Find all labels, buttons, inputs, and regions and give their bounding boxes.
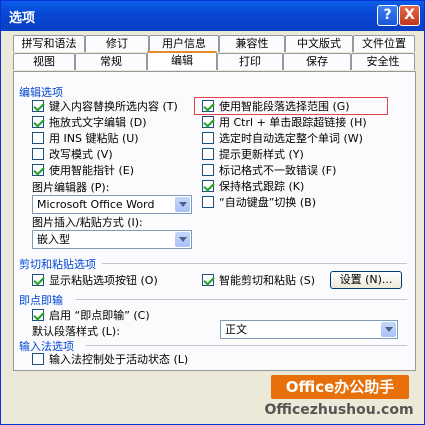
picture-editor-value: Microsoft Office Word <box>37 198 155 211</box>
tab-user-info[interactable]: 用户信息 <box>149 35 219 52</box>
option-show-paste-buttons[interactable]: 显示粘贴选项按钮 (O) <box>32 273 158 287</box>
option-ins-key-paste[interactable]: 用 INS 键粘贴 (U) <box>32 131 139 145</box>
option-ctrl-click-hyperlink[interactable]: 用 Ctrl + 单击跟踪超链接 (H) <box>202 115 367 129</box>
checkbox[interactable] <box>32 100 44 112</box>
chevron-down-icon[interactable] <box>381 322 396 337</box>
insert-paste-select[interactable]: 嵌入型 <box>32 230 192 249</box>
watermark-site: Officezhushou.com <box>264 402 414 418</box>
watermark-logo: Office办公助手 Officezhushou.com <box>255 375 423 423</box>
tab-edit[interactable]: 编辑 <box>147 51 217 70</box>
option-label: 保持格式跟踪 (K) <box>219 180 305 193</box>
picture-editor-select[interactable]: Microsoft Office Word <box>32 195 192 214</box>
checkbox[interactable] <box>32 353 44 365</box>
option-label: “自动键盘”切换 (B) <box>219 196 317 209</box>
title-bar[interactable]: 选项 ? X <box>1 1 424 31</box>
checkbox[interactable] <box>202 164 214 176</box>
close-button[interactable]: X <box>399 5 420 26</box>
default-paragraph-style-select[interactable]: 正文 <box>220 320 398 339</box>
checkbox[interactable] <box>202 100 214 112</box>
checkbox[interactable] <box>202 132 214 144</box>
edit-tab-panel: 编辑选项 键入内容替换所选内容 (T) 拖放式文字编辑 (D) 用 INS 键粘… <box>13 71 416 371</box>
option-label: 智能剪切和粘贴 (S) <box>219 274 316 287</box>
dialog-title: 选项 <box>9 11 36 26</box>
option-prompt-update-style[interactable]: 提示更新样式 (Y) <box>202 147 304 161</box>
chevron-down-icon[interactable] <box>175 232 190 247</box>
option-label: 输入法控制处于活动状态 (L) <box>49 353 189 366</box>
option-label: 提示更新样式 (Y) <box>219 148 304 161</box>
checkbox[interactable] <box>32 116 44 128</box>
option-mark-format-inconsistencies[interactable]: 标记格式不一致错误 (F) <box>202 163 336 177</box>
tab-print[interactable]: 打印 <box>217 53 283 70</box>
tab-save[interactable]: 保存 <box>283 53 351 70</box>
option-label: 使用智能指针 (E) <box>49 164 135 177</box>
tab-view[interactable]: 视图 <box>13 53 75 70</box>
insert-paste-value: 嵌入型 <box>37 233 70 246</box>
option-smart-cursor[interactable]: 使用智能指针 (E) <box>32 163 134 177</box>
tab-general[interactable]: 常规 <box>75 53 147 70</box>
option-overtype-mode[interactable]: 改写模式 (V) <box>32 147 113 161</box>
watermark-brand: Office办公助手 <box>271 375 409 399</box>
checkbox[interactable] <box>32 274 44 286</box>
option-select-entire-word[interactable]: 选定时自动选定整个单词 (W) <box>202 131 363 145</box>
option-label: 选定时自动选定整个单词 (W) <box>219 132 363 145</box>
checkbox[interactable] <box>202 196 214 208</box>
option-enable-click-and-type[interactable]: 启用 “即点即输” (C) <box>32 308 150 322</box>
options-dialog: 选项 ? X 拼写和语法 修订 用户信息 兼容性 中文版式 文件位置 视图 常规… <box>0 0 425 425</box>
tab-file-locations[interactable]: 文件位置 <box>353 35 415 52</box>
option-label: 用 INS 键粘贴 (U) <box>49 132 139 145</box>
option-smart-paragraph-selection[interactable]: 使用智能段落选择范围 (G) <box>202 99 350 113</box>
click-and-type-heading: 即点即输 <box>19 294 63 307</box>
divider <box>76 299 407 300</box>
tab-compatibility[interactable]: 兼容性 <box>219 35 285 52</box>
default-paragraph-style-label: 默认段落样式 (L): <box>32 325 120 338</box>
option-smart-cut-paste[interactable]: 智能剪切和粘贴 (S) <box>202 273 315 287</box>
checkbox[interactable] <box>32 132 44 144</box>
option-label: 用 Ctrl + 单击跟踪超链接 (H) <box>219 116 367 129</box>
option-label: 使用智能段落选择范围 (G) <box>219 100 350 113</box>
tab-asian-typography[interactable]: 中文版式 <box>285 35 353 52</box>
cut-paste-heading: 剪切和粘贴选项 <box>19 258 96 271</box>
insert-paste-label: 图片插入/粘贴方式 (I): <box>32 216 143 229</box>
option-auto-keyboard-switch[interactable]: “自动键盘”切换 (B) <box>202 195 316 209</box>
tab-track-changes[interactable]: 修订 <box>85 35 149 52</box>
checkbox[interactable] <box>32 309 44 321</box>
option-ime-control-active[interactable]: 输入法控制处于活动状态 (L) <box>32 352 188 366</box>
checkbox[interactable] <box>202 148 214 160</box>
option-label: 键入内容替换所选内容 (T) <box>49 100 178 113</box>
help-button[interactable]: ? <box>377 5 398 26</box>
checkbox[interactable] <box>32 148 44 160</box>
checkbox[interactable] <box>202 180 214 192</box>
settings-button[interactable]: 设置 (N)... <box>330 271 402 289</box>
picture-editor-label: 图片编辑器 (P): <box>32 181 110 194</box>
option-drag-drop-editing[interactable]: 拖放式文字编辑 (D) <box>32 115 147 129</box>
checkbox[interactable] <box>202 116 214 128</box>
option-label: 显示粘贴选项按钮 (O) <box>49 274 158 287</box>
checkbox[interactable] <box>32 164 44 176</box>
divider <box>86 345 407 346</box>
chevron-down-icon[interactable] <box>175 197 190 212</box>
option-keep-track-formatting[interactable]: 保持格式跟踪 (K) <box>202 179 304 193</box>
option-label: 启用 “即点即输” (C) <box>49 309 150 322</box>
option-label: 改写模式 (V) <box>49 148 113 161</box>
divider <box>102 263 407 264</box>
tab-spelling-grammar[interactable]: 拼写和语法 <box>13 35 85 52</box>
tab-security[interactable]: 安全性 <box>351 53 415 70</box>
option-label: 标记格式不一致错误 (F) <box>219 164 337 177</box>
checkbox[interactable] <box>202 274 214 286</box>
default-style-value: 正文 <box>225 323 247 336</box>
option-typing-replaces-selection[interactable]: 键入内容替换所选内容 (T) <box>32 99 178 113</box>
option-label: 拖放式文字编辑 (D) <box>49 116 147 129</box>
